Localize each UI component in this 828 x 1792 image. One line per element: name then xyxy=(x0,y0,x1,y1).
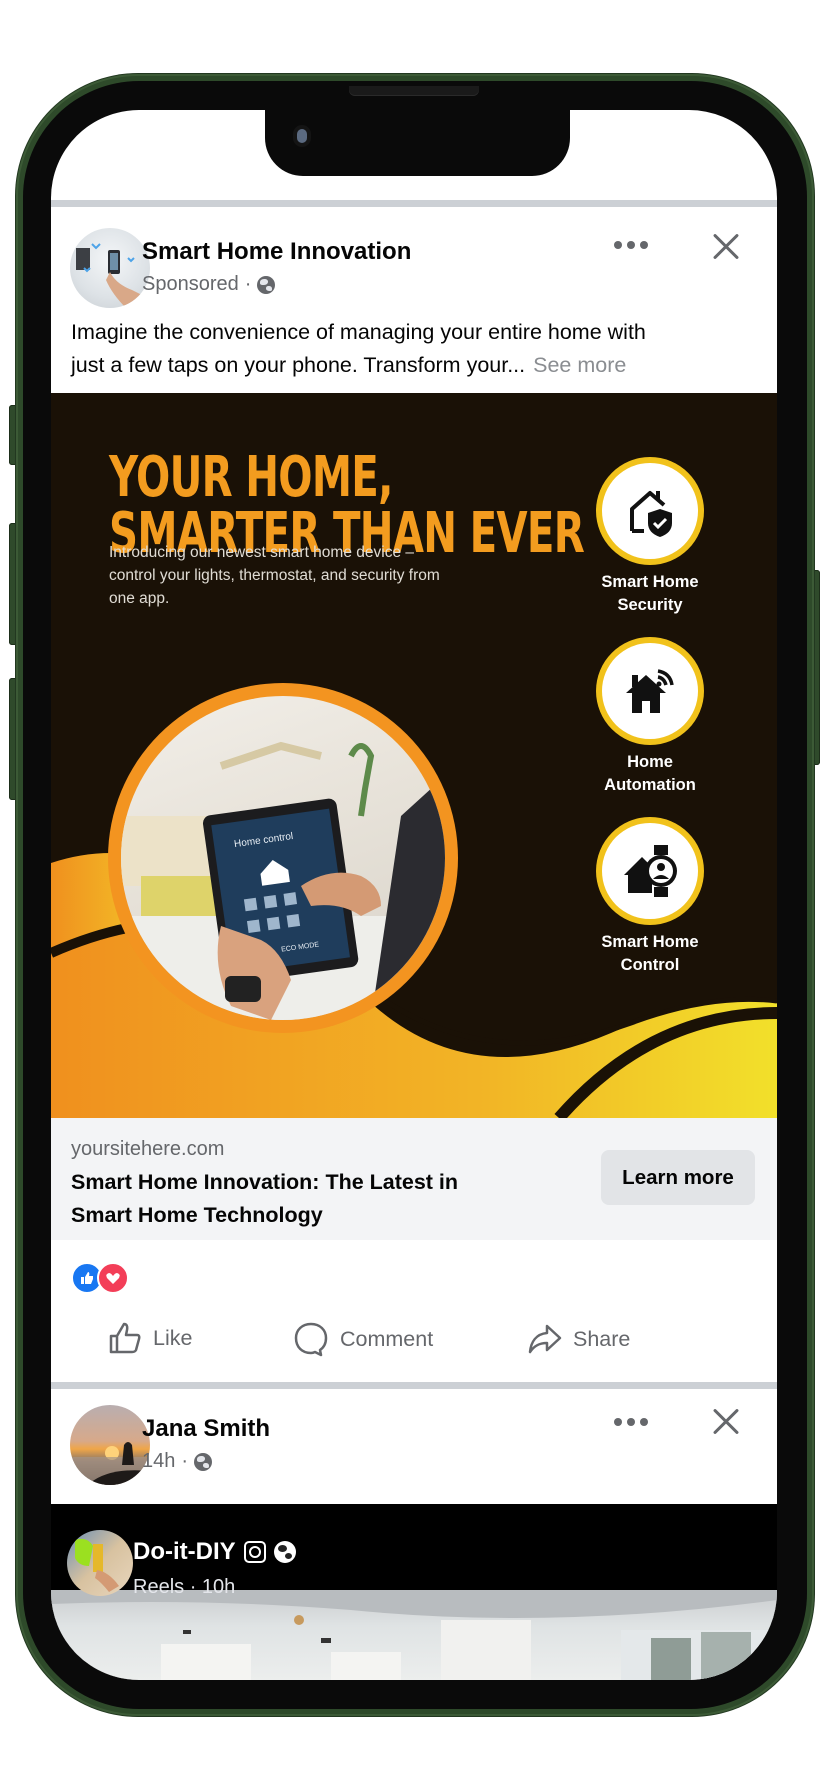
link-domain: yoursitehere.com xyxy=(71,1138,225,1160)
thumbs-up-icon xyxy=(109,1322,141,1354)
earpiece-speaker xyxy=(349,86,479,96)
feature-label-security: Smart Home Security xyxy=(595,571,705,617)
post-caption-line1: Imagine the convenience of managing your… xyxy=(71,320,646,344)
reaction-summary[interactable] xyxy=(71,1262,129,1294)
reel-meta: Reels · 10h xyxy=(133,1576,236,1598)
reel-account-name[interactable]: Do-it-DIY xyxy=(133,1538,236,1566)
like-button[interactable]: Like xyxy=(107,1320,192,1356)
author-avatar[interactable] xyxy=(70,1405,150,1485)
page-name[interactable]: Smart Home Innovation xyxy=(142,238,411,266)
feed-divider xyxy=(51,200,777,207)
share-label: Share xyxy=(573,1326,631,1351)
feature-label-line2: Automation xyxy=(604,776,696,794)
tablet-photo: Home control ECO MODE xyxy=(121,696,445,1020)
ad-subcopy: Introducing our newest smart home device… xyxy=(109,544,440,607)
ad-creative-image[interactable]: YOUR HOME, SMARTER THAN EVER Introducing… xyxy=(51,393,777,1118)
house-watch-icon xyxy=(602,823,698,919)
instagram-icon xyxy=(243,1541,266,1563)
phone-screen: Smart Home Innovation Sponsored · Imagin… xyxy=(51,110,777,1680)
post-caption-line2: just a few taps on your phone. Transform… xyxy=(71,349,626,382)
comment-label: Comment xyxy=(340,1326,434,1351)
feature-label-automation: Home Automation xyxy=(595,751,705,797)
reel-preview[interactable]: Do-it-DIY Reels · 10h xyxy=(51,1504,777,1680)
more-options-icon[interactable] xyxy=(614,240,648,250)
phone-notch xyxy=(265,100,570,176)
link-preview[interactable]: yoursitehere.com Smart Home Innovation: … xyxy=(51,1118,777,1240)
caption-text: just a few taps on your phone. Transform… xyxy=(71,353,526,377)
share-icon xyxy=(528,1324,562,1354)
feature-label-line1: Smart Home xyxy=(601,933,699,951)
more-options-icon[interactable] xyxy=(614,1417,648,1427)
sponsored-label: Sponsored xyxy=(142,273,239,295)
house-wifi-icon xyxy=(602,643,698,739)
front-camera xyxy=(297,129,307,143)
comment-icon xyxy=(294,1322,328,1357)
link-title[interactable]: Smart Home Innovation: The Latest in Sma… xyxy=(71,1166,501,1232)
post-meta: Sponsored · xyxy=(142,273,276,296)
close-icon[interactable] xyxy=(711,232,741,262)
learn-more-button[interactable]: Learn more xyxy=(601,1150,755,1205)
share-button[interactable]: Share xyxy=(525,1320,630,1358)
avatar-photo-icon xyxy=(76,243,148,308)
feed-divider xyxy=(51,1382,777,1389)
like-label: Like xyxy=(153,1325,193,1350)
feature-label-control: Smart Home Control xyxy=(595,931,705,977)
page-avatar[interactable] xyxy=(70,228,150,308)
feature-label-line2: Control xyxy=(620,956,680,974)
author-name[interactable]: Jana Smith xyxy=(142,1415,270,1443)
ad-photo-frame: Home control ECO MODE xyxy=(108,683,458,1033)
reel-account-avatar[interactable] xyxy=(67,1530,133,1596)
see-more-link[interactable]: See more xyxy=(533,353,626,377)
meta-separator: · xyxy=(244,273,252,295)
feature-automation: Home Automation xyxy=(595,643,705,797)
love-reaction-icon xyxy=(97,1262,129,1294)
comment-button[interactable]: Comment xyxy=(292,1320,433,1358)
reel-account-row: Do-it-DIY xyxy=(133,1538,296,1566)
globe-icon xyxy=(194,1452,213,1471)
globe-icon xyxy=(273,1541,296,1563)
feature-security: Smart Home Security xyxy=(595,463,705,617)
feature-label-line2: Security xyxy=(617,596,683,614)
post-meta: 14h · xyxy=(142,1450,213,1473)
post-time: 14h xyxy=(142,1450,176,1472)
globe-icon xyxy=(257,275,276,294)
close-icon[interactable] xyxy=(711,1407,741,1437)
feature-label-line1: Home xyxy=(627,753,673,771)
reel-thumbnail xyxy=(51,1590,777,1680)
house-shield-icon xyxy=(602,463,698,559)
sunset-photo xyxy=(70,1442,150,1485)
feature-control: Smart Home Control xyxy=(595,823,705,977)
feature-label-line1: Smart Home xyxy=(601,573,699,591)
action-bar: Like Comment Share xyxy=(51,1316,777,1360)
meta-separator: · xyxy=(181,1450,189,1472)
tablet-scene: Home control ECO MODE xyxy=(121,741,445,1020)
